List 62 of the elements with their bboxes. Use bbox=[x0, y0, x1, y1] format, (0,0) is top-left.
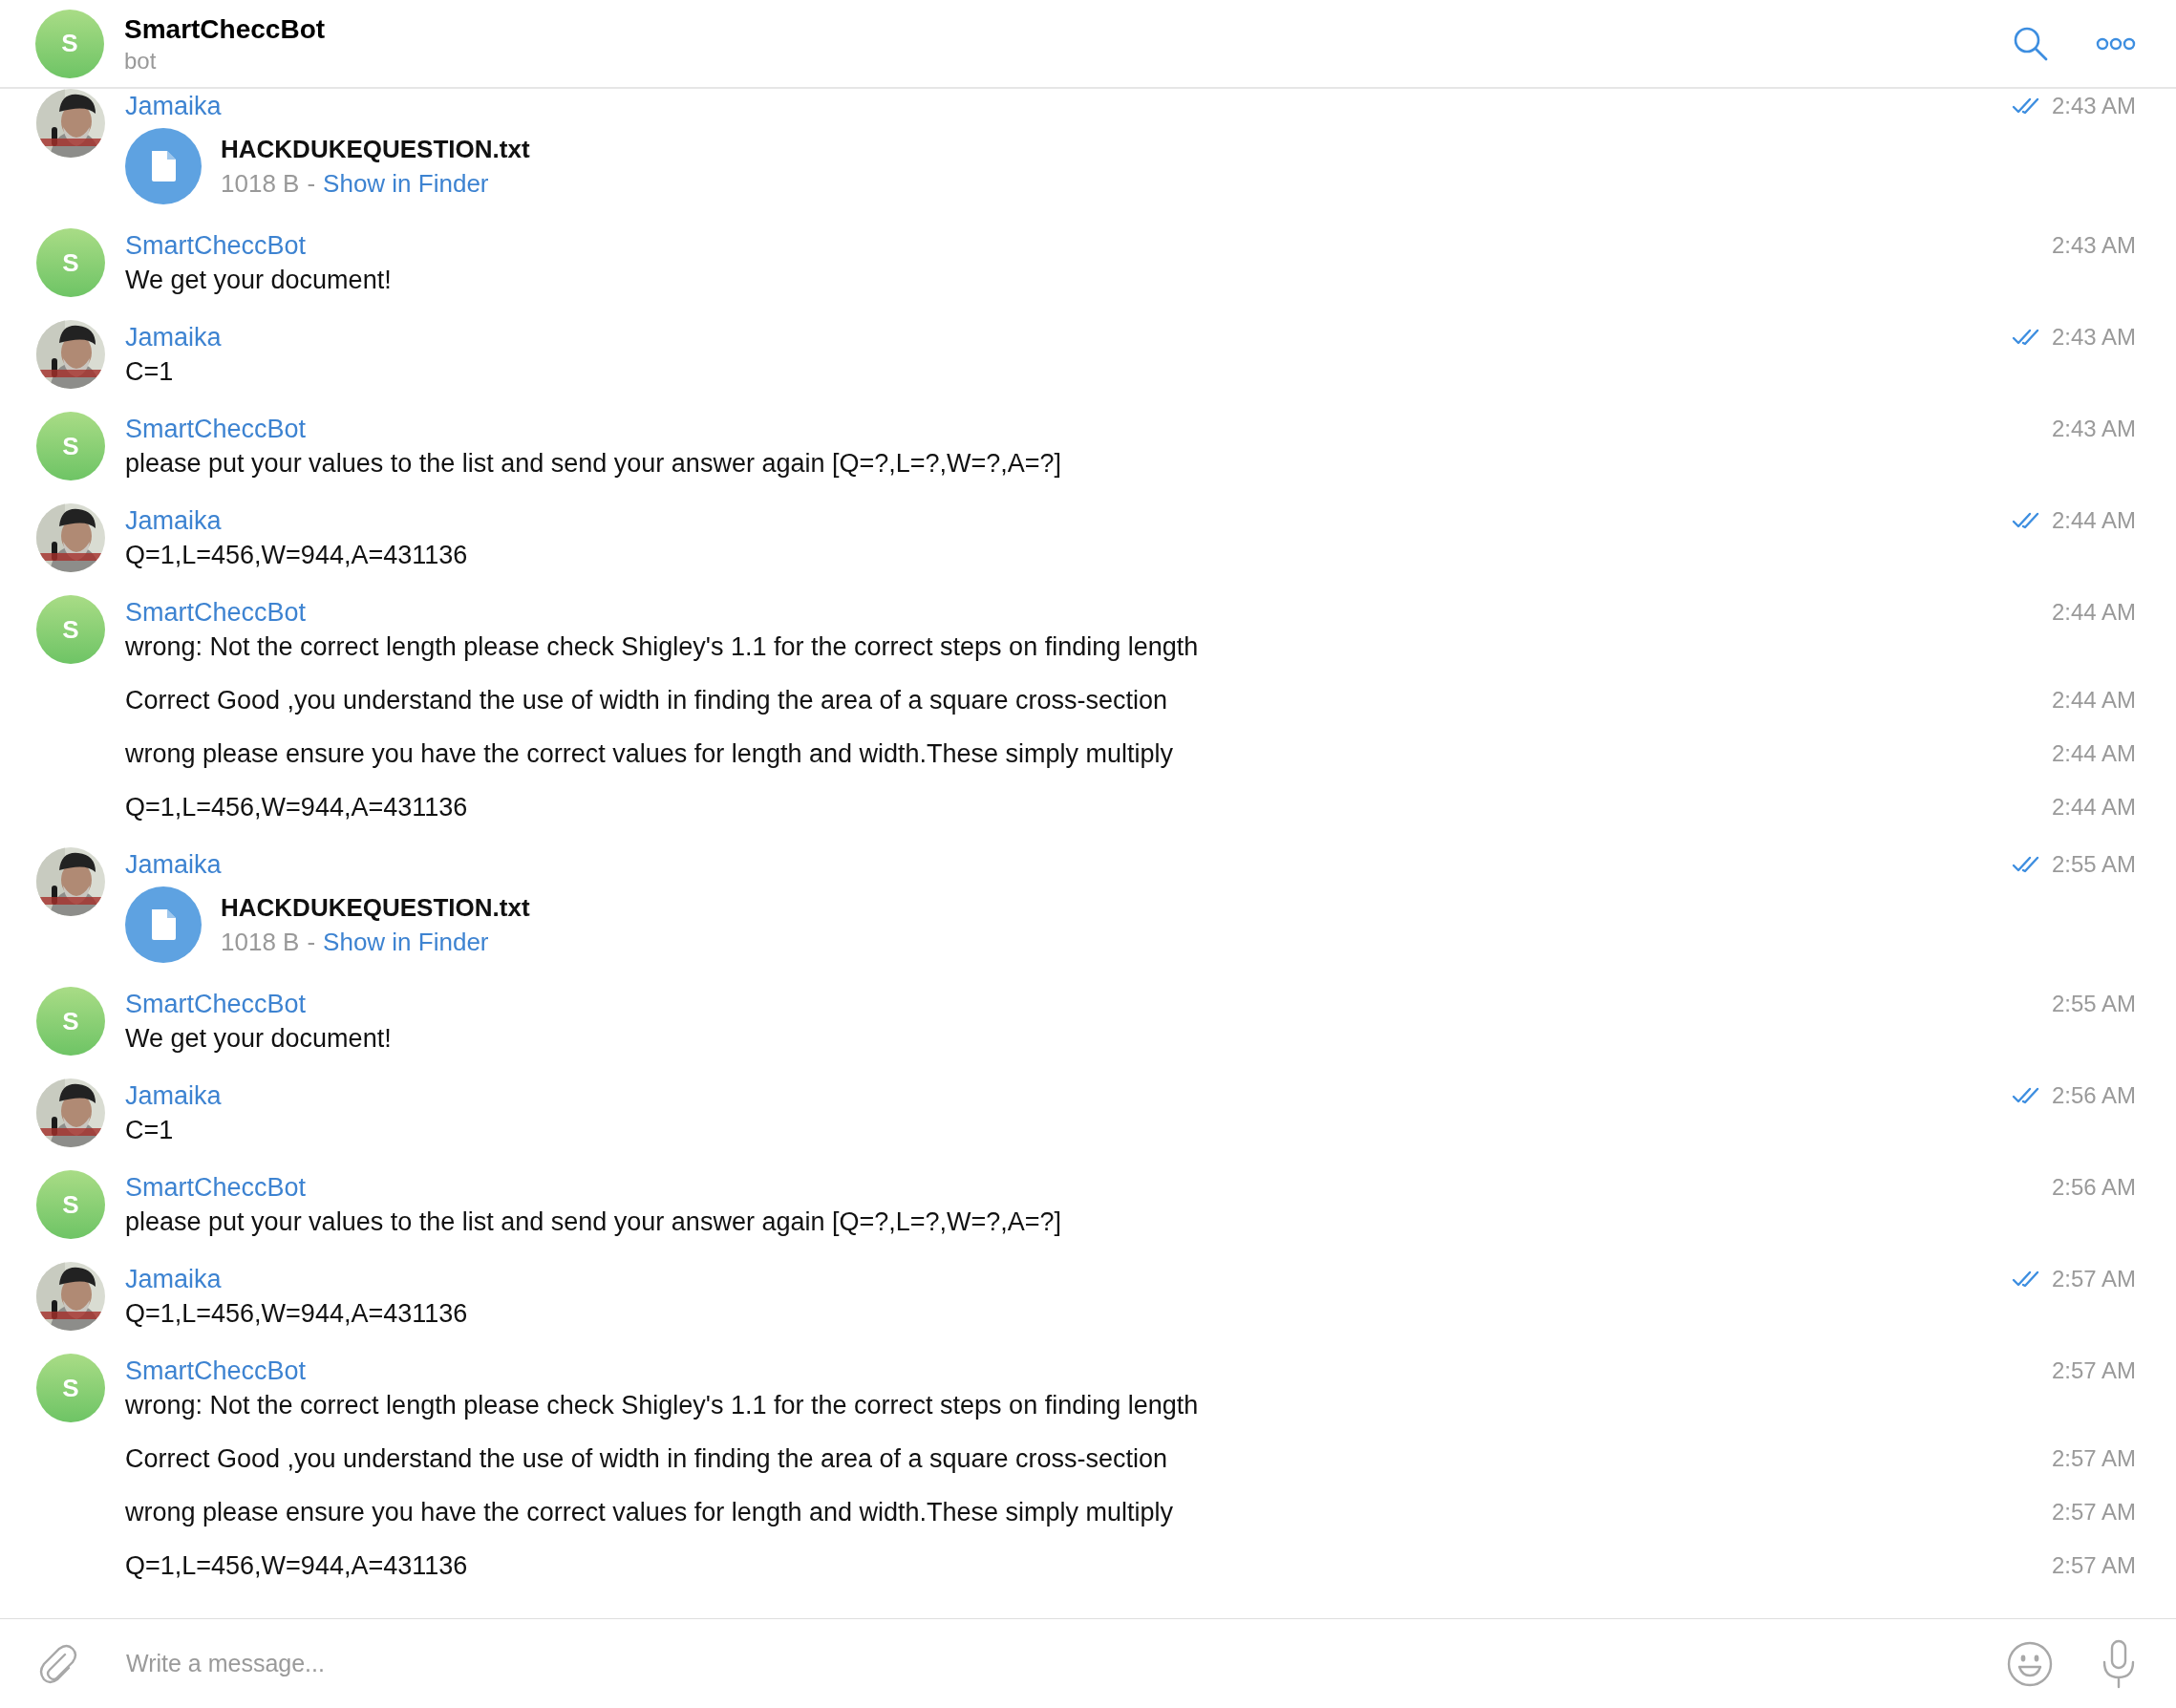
message-text: Q=1,L=456,W=944,A=431136 bbox=[125, 1550, 468, 1582]
message-time: 2:56 AM bbox=[2051, 1082, 2136, 1109]
message-text: We get your document! bbox=[125, 1023, 392, 1055]
message-text: C=1 bbox=[125, 1115, 174, 1146]
message-time: 2:55 AM bbox=[2051, 851, 2136, 878]
message-text: wrong: Not the correct length please check Shigley's 1.1 for the correct steps on finding length bbox=[125, 1390, 1199, 1421]
sender-name[interactable]: SmartCheccBot bbox=[125, 412, 307, 446]
message-text: Q=1,L=456,W=944,A=431136 bbox=[125, 540, 468, 571]
file-size: 1018 B bbox=[221, 168, 300, 200]
message-text: Q=1,L=456,W=944,A=431136 bbox=[125, 792, 468, 823]
search-icon[interactable] bbox=[2014, 26, 2048, 61]
sender-name[interactable]: Jamaika bbox=[125, 1262, 222, 1296]
message-time: 2:56 AM bbox=[2051, 1174, 2136, 1201]
message-text: Correct Good ,you understand the use of width in finding the area of a square cross-section bbox=[125, 685, 1168, 716]
sender-name[interactable]: SmartCheccBot bbox=[125, 228, 307, 263]
message-time: 2:57 AM bbox=[2051, 1266, 2136, 1292]
sender-name[interactable]: SmartCheccBot bbox=[125, 1170, 307, 1205]
message-text: wrong: Not the correct length please check Shigley's 1.1 for the correct steps on finding length bbox=[125, 631, 1199, 663]
chat-subtitle: bot bbox=[124, 46, 158, 75]
more-icon[interactable] bbox=[2096, 35, 2136, 52]
file-name: HACKDUKEQUESTION.txt bbox=[221, 134, 530, 165]
sender-name[interactable]: Jamaika bbox=[125, 503, 222, 538]
message-time: 2:44 AM bbox=[2051, 599, 2136, 626]
message-text: Correct Good ,you understand the use of width in finding the area of a square cross-section bbox=[125, 1443, 1168, 1475]
message-time: 2:44 AM bbox=[2051, 794, 2136, 821]
message-text: Q=1,L=456,W=944,A=431136 bbox=[125, 1298, 468, 1330]
separator: - bbox=[307, 168, 316, 200]
message-time: 2:44 AM bbox=[2051, 740, 2136, 767]
sender-name[interactable]: Jamaika bbox=[125, 1078, 222, 1113]
message-time: 2:43 AM bbox=[2051, 93, 2136, 119]
sender-name[interactable]: SmartCheccBot bbox=[125, 595, 307, 630]
message-text: please put your values to the list and send your answer again [Q=?,L=?,W=?,A=?] bbox=[125, 448, 1062, 480]
sender-name[interactable]: Jamaika bbox=[125, 320, 222, 354]
message-time: 2:57 AM bbox=[2051, 1445, 2136, 1472]
message-time: 2:57 AM bbox=[2051, 1357, 2136, 1384]
sender-name[interactable]: Jamaika bbox=[125, 89, 222, 123]
document-icon[interactable] bbox=[125, 886, 202, 963]
sender-name[interactable]: SmartCheccBot bbox=[125, 987, 307, 1021]
message-time: 2:57 AM bbox=[2051, 1499, 2136, 1526]
file-name: HACKDUKEQUESTION.txt bbox=[221, 892, 530, 924]
show-in-finder-link[interactable]: Show in Finder bbox=[323, 167, 489, 200]
message-time: 2:43 AM bbox=[2051, 232, 2136, 259]
separator: - bbox=[307, 927, 316, 958]
message-text: We get your document! bbox=[125, 265, 392, 296]
message-text: wrong please ensure you have the correct values for length and width.These simply multiply bbox=[125, 1497, 1174, 1528]
sender-name[interactable]: Jamaika bbox=[125, 847, 222, 882]
message-time: 2:43 AM bbox=[2051, 416, 2136, 442]
sender-name[interactable]: SmartCheccBot bbox=[125, 1354, 307, 1388]
emoji-icon[interactable] bbox=[2006, 1639, 2054, 1688]
message-time: 2:43 AM bbox=[2051, 324, 2136, 351]
show-in-finder-link[interactable]: Show in Finder bbox=[323, 926, 489, 958]
message-time: 2:57 AM bbox=[2051, 1552, 2136, 1579]
document-icon[interactable] bbox=[125, 128, 202, 204]
message-text: C=1 bbox=[125, 356, 174, 388]
message-time: 2:44 AM bbox=[2051, 687, 2136, 714]
message-text: wrong please ensure you have the correct values for length and width.These simply multiply bbox=[125, 738, 1174, 770]
message-input[interactable]: Write a message... bbox=[124, 1649, 1960, 1678]
message-time: 2:55 AM bbox=[2051, 991, 2136, 1017]
message-time: 2:44 AM bbox=[2051, 507, 2136, 534]
chat-title: SmartCheccBot bbox=[124, 12, 327, 46]
message-text: please put your values to the list and send your answer again [Q=?,L=?,W=?,A=?] bbox=[125, 1206, 1062, 1238]
file-size: 1018 B bbox=[221, 927, 300, 958]
